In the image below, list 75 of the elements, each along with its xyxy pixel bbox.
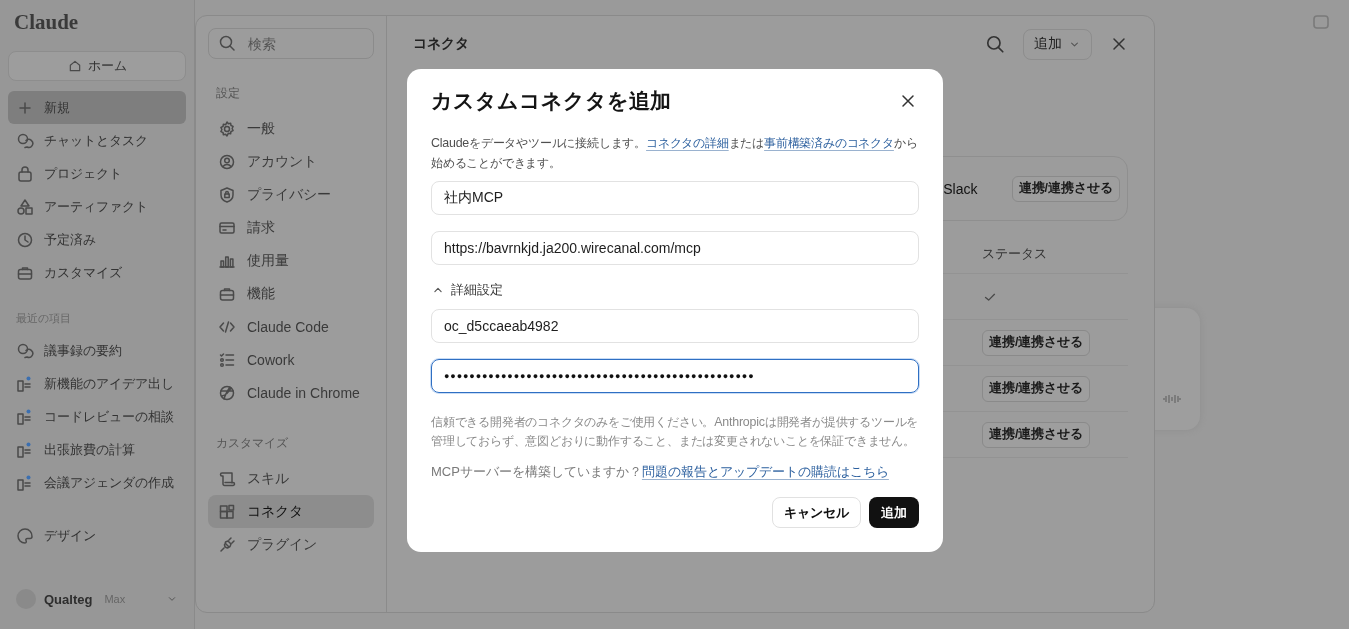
shapes-icon <box>16 197 34 216</box>
chat-bubbles-icon <box>16 341 34 360</box>
shield-lock-icon <box>218 185 236 204</box>
palette-icon <box>16 526 34 545</box>
input-field[interactable]: oc_d5ccaeab4982 <box>431 309 919 343</box>
input-field[interactable]: https://bavrnkjd.ja200.wirecanal.com/mcp <box>431 231 919 265</box>
recent-item[interactable]: 会議アジェンダの作成 <box>8 466 186 499</box>
cancel-button[interactable]: キャンセル <box>772 497 861 528</box>
column-header: ステータス <box>982 245 1048 263</box>
task-icon <box>16 407 34 426</box>
chat-bubbles-icon <box>16 131 34 150</box>
advanced-toggle[interactable]: 詳細設定 <box>431 281 503 299</box>
input-field[interactable]: 社内MCP <box>431 181 919 215</box>
connector-name: Slack <box>943 180 978 197</box>
recent-item[interactable]: 議事録の要約 <box>8 334 186 367</box>
settings-nav-item[interactable]: アカウント <box>208 145 374 178</box>
account-name: Qualteg <box>44 591 93 607</box>
waveform-icon <box>1162 394 1182 404</box>
search-field[interactable]: 検索 <box>208 28 374 59</box>
home-button[interactable]: ホーム <box>8 51 186 81</box>
plug-icon <box>218 535 236 554</box>
nav-item[interactable]: 予定済み <box>8 223 186 256</box>
link[interactable]: 問題の報告とアップデートの購読はこちら <box>641 464 889 479</box>
home-icon <box>67 59 82 73</box>
settings-nav-item[interactable]: Cowork <box>208 343 374 376</box>
app-logo: Claude <box>13 9 80 36</box>
settings-nav-item[interactable]: スキル <box>208 462 374 495</box>
nav-item[interactable]: 新規 <box>8 91 186 124</box>
task-icon <box>16 440 34 459</box>
question-text: MCPサーバーを構築していますか？ <box>431 464 642 479</box>
add-button[interactable]: 追加 <box>869 497 919 528</box>
section-heading: 設定 <box>215 85 241 102</box>
scroll-icon <box>218 469 236 488</box>
password-field[interactable]: ●●●●●●●●●●●●●●●●●●●●●●●●●●●●●●●●●●●●●●●●●●●●●●●●● <box>431 359 919 393</box>
recent-item[interactable]: 新機能のアイデア出し <box>8 367 186 400</box>
link[interactable]: 事前構築済みのコネクタ <box>764 136 894 150</box>
clock-icon <box>16 230 34 249</box>
settings-nav-item[interactable]: 一般 <box>208 112 374 145</box>
settings-nav-item[interactable]: Claude in Chrome <box>208 376 374 409</box>
warning-text: 信頼できる開発者のコネクタのみをご使用ください。Anthropicは開発者が提供するツールを管理しておらず、意図どおりに動作すること、または変更されないことを保証できません。 <box>431 414 919 450</box>
user-icon <box>218 152 236 171</box>
search-icon[interactable] <box>985 34 1005 54</box>
task-icon <box>16 473 34 492</box>
recent-item[interactable]: 出張旅費の計算 <box>8 433 186 466</box>
blocks-icon <box>218 502 236 521</box>
bag-icon <box>16 164 34 183</box>
search-icon <box>218 34 236 52</box>
settings-nav-item[interactable]: プラグイン <box>208 528 374 561</box>
recent-item[interactable]: コードレビューの相談 <box>8 400 186 433</box>
settings-nav-item[interactable]: プライバシー <box>208 178 374 211</box>
connect-button[interactable]: 連携/連携させる <box>982 375 1091 402</box>
settings-nav-item[interactable]: 使用量 <box>208 244 374 277</box>
nav-item[interactable]: チャットとタスク <box>8 124 186 157</box>
page-title: コネクタ <box>413 35 469 53</box>
settings-nav-item[interactable]: Claude Code <box>208 310 374 343</box>
dialog-title: カスタムコネクタを追加 <box>431 88 671 114</box>
settings-nav-item[interactable]: 請求 <box>208 211 374 244</box>
settings-nav-item[interactable]: コネクタ <box>208 495 374 528</box>
nav-item[interactable]: プロジェクト <box>8 157 186 190</box>
settings-nav-item[interactable]: 機能 <box>208 277 374 310</box>
globe-icon <box>218 383 236 402</box>
link[interactable]: コネクタの詳細 <box>646 136 729 150</box>
nav-item[interactable]: カスタマイズ <box>8 256 186 289</box>
connect-button[interactable]: 連携/連携させる <box>982 421 1091 448</box>
task-icon <box>16 374 34 393</box>
connect-button[interactable]: 連携/連携させる <box>1011 175 1120 202</box>
settings-icon <box>218 119 236 138</box>
design-item[interactable]: デザイン <box>8 519 186 552</box>
checklist-icon <box>218 350 236 369</box>
add-dropdown[interactable]: 追加 <box>1023 28 1092 60</box>
description-text: Claudeをデータやツールに接続します。コネクタの詳細 または事前構築済みのコネクタから始めることができます。 <box>431 135 919 172</box>
close-icon[interactable] <box>899 92 917 110</box>
nav-item[interactable]: アーティファクト <box>8 190 186 223</box>
section-heading: カスタマイズ <box>215 435 289 452</box>
connect-button[interactable]: 連携/連携させる <box>982 329 1091 356</box>
